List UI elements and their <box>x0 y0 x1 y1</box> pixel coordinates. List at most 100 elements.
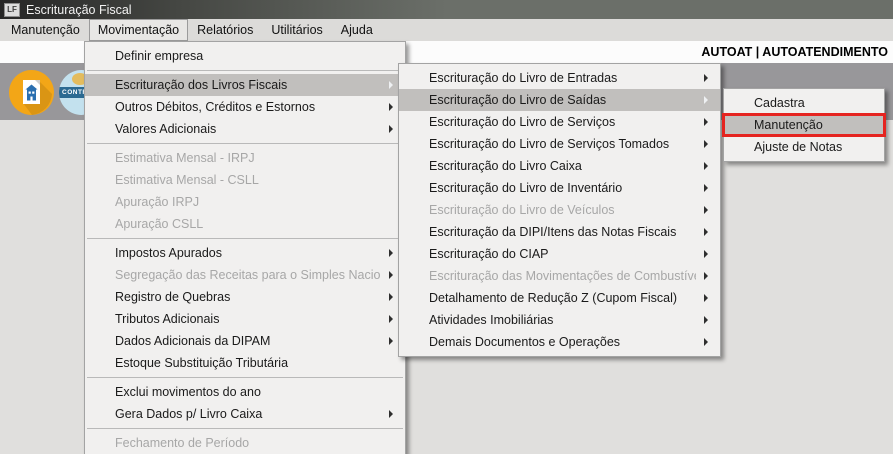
menu-item-escrituracao-do-livro-de-inventario[interactable]: Escrituração do Livro de Inventário <box>399 177 720 199</box>
menu-item-label: Fechamento de Período <box>115 436 393 450</box>
menu-item-label: Estoque Substituição Tributária <box>115 356 393 370</box>
menu-item-tributos-adicionais[interactable]: Tributos Adicionais <box>85 308 405 330</box>
app-icon: LF <box>4 3 20 17</box>
menu-item-label: Segregação das Receitas para o Simples N… <box>115 268 381 282</box>
menu-item-label: Utilitários <box>271 23 322 37</box>
menu-item-label: Escrituração da DIPI/Itens das Notas Fis… <box>429 225 696 239</box>
submenu-arrow-icon <box>389 337 393 345</box>
submenu-arrow-icon <box>389 315 393 323</box>
menu-item-escrituracao-do-ciap[interactable]: Escrituração do CIAP <box>399 243 720 265</box>
menu-item-valores-adicionais[interactable]: Valores Adicionais <box>85 118 405 140</box>
menu-item-label: Detalhamento de Redução Z (Cupom Fiscal) <box>429 291 696 305</box>
menu-item-ajuste-de-notas[interactable]: Ajuste de Notas <box>724 136 884 158</box>
submenu-arrow-icon <box>704 316 708 324</box>
menu-item-demais-documentos-e-operacoes[interactable]: Demais Documentos e Operações <box>399 331 720 353</box>
menu-item-manutencao[interactable]: Manutenção <box>724 114 884 136</box>
menu-item-label: Escrituração do Livro de Entradas <box>429 71 696 85</box>
submenu-arrow-icon <box>389 293 393 301</box>
fiscal-app-icon[interactable] <box>9 70 54 115</box>
menu-item-label: Ajuda <box>341 23 373 37</box>
menu-item-label: Apuração CSLL <box>115 217 393 231</box>
menu-item-label: Apuração IRPJ <box>115 195 393 209</box>
menu-item-escrituracao-do-livro-de-servicos[interactable]: Escrituração do Livro de Serviços <box>399 111 720 133</box>
dropdown-menu-movimentacao: Definir empresa Escrituração dos Livros F… <box>84 41 406 454</box>
submenu-arrow-icon <box>704 162 708 170</box>
menu-item-escrituracao-da-dipi-itens-das-notas-fiscais[interactable]: Escrituração da DIPI/Itens das Notas Fis… <box>399 221 720 243</box>
menu-item-label: Escrituração do Livro de Serviços Tomado… <box>429 137 696 151</box>
menubar-item-relatorios[interactable]: Relatórios <box>188 19 262 41</box>
menu-item-estoque-substituicao-tributaria[interactable]: Estoque Substituição Tributária <box>85 352 405 374</box>
menu-item-definir-empresa[interactable]: Definir empresa <box>85 45 405 67</box>
menu-item-label: Estimativa Mensal - CSLL <box>115 173 393 187</box>
menu-item-label: Escrituração do Livro de Inventário <box>429 181 696 195</box>
submenu-arrow-icon <box>704 96 708 104</box>
menubar-item-ajuda[interactable]: Ajuda <box>332 19 382 41</box>
menu-item-label: Escrituração do Livro Caixa <box>429 159 696 173</box>
menu-item-exclui-movimentos-do-ano[interactable]: Exclui movimentos do ano <box>85 381 405 403</box>
menu-item-label: Escrituração das Movimentações de Combus… <box>429 269 696 283</box>
menu-item-cadastra[interactable]: Cadastra <box>724 92 884 114</box>
menu-separator <box>87 238 403 239</box>
menu-item-escrituracao-dos-livros-fiscais[interactable]: Escrituração dos Livros Fiscais <box>85 74 405 96</box>
menu-item-escrituracao-do-livro-de-entradas[interactable]: Escrituração do Livro de Entradas <box>399 67 720 89</box>
menubar-item-utilitarios[interactable]: Utilitários <box>262 19 331 41</box>
menu-item-estimativa-mensal-irpj: Estimativa Mensal - IRPJ <box>85 147 405 169</box>
menu-item-registro-de-quebras[interactable]: Registro de Quebras <box>85 286 405 308</box>
menu-item-label: Escrituração do Livro de Veículos <box>429 203 696 217</box>
submenu-arrow-icon <box>704 206 708 214</box>
menu-item-apuracao-irpj: Apuração IRPJ <box>85 191 405 213</box>
submenu-arrow-icon <box>389 125 393 133</box>
submenu-arrow-icon <box>704 338 708 346</box>
menu-item-label: Gera Dados p/ Livro Caixa <box>115 407 381 421</box>
menu-item-atividades-imobiliarias[interactable]: Atividades Imobiliárias <box>399 309 720 331</box>
menu-item-label: Demais Documentos e Operações <box>429 335 696 349</box>
menu-item-outros-debitos-creditos-e-estornos[interactable]: Outros Débitos, Créditos e Estornos <box>85 96 405 118</box>
menu-item-label: Definir empresa <box>115 49 393 63</box>
submenu-arrow-icon <box>389 410 393 418</box>
menu-item-gera-dados-p-livro-caixa[interactable]: Gera Dados p/ Livro Caixa <box>85 403 405 425</box>
menu-item-label: Relatórios <box>197 23 253 37</box>
menu-item-label: Outros Débitos, Créditos e Estornos <box>115 100 381 114</box>
dropdown-menu-escrituracao-livros-fiscais: Escrituração do Livro de Entradas Escritu… <box>398 63 721 357</box>
submenu-arrow-icon <box>704 140 708 148</box>
menu-item-label: Atividades Imobiliárias <box>429 313 696 327</box>
menu-item-label: Impostos Apurados <box>115 246 381 260</box>
submenu-arrow-icon <box>704 184 708 192</box>
menu-item-label: Cadastra <box>754 96 872 110</box>
window-title: Escrituração Fiscal <box>26 3 132 17</box>
dropdown-menu-livro-de-saidas: Cadastra Manutenção Ajuste de Notas <box>723 88 885 162</box>
menu-item-label: Exclui movimentos do ano <box>115 385 393 399</box>
menu-item-label: Tributos Adicionais <box>115 312 381 326</box>
menu-bar: Manutenção Movimentação Relatórios Utilitár… <box>0 19 893 41</box>
menu-item-label: Escrituração do Livro de Serviços <box>429 115 696 129</box>
menu-item-label: Dados Adicionais da DIPAM <box>115 334 381 348</box>
submenu-arrow-icon <box>389 103 393 111</box>
menubar-item-movimentacao[interactable]: Movimentação <box>89 19 188 41</box>
menu-separator <box>87 70 403 71</box>
menu-item-dados-adicionais-da-dipam[interactable]: Dados Adicionais da DIPAM <box>85 330 405 352</box>
menu-item-label: Ajuste de Notas <box>754 140 872 154</box>
menu-item-label: Valores Adicionais <box>115 122 381 136</box>
menu-item-escrituracao-do-livro-de-saidas[interactable]: Escrituração do Livro de Saídas <box>399 89 720 111</box>
submenu-arrow-icon <box>389 81 393 89</box>
submenu-arrow-icon <box>704 294 708 302</box>
menu-item-label: Escrituração dos Livros Fiscais <box>115 78 381 92</box>
menu-item-segregacao-das-receitas-para-o-simples-nacional: Segregação das Receitas para o Simples N… <box>85 264 405 286</box>
autoatendimento-label: AUTOAT | AUTOATENDIMENTO <box>701 45 888 59</box>
menu-item-impostos-apurados[interactable]: Impostos Apurados <box>85 242 405 264</box>
menu-separator <box>87 377 403 378</box>
menu-item-label: Escrituração do CIAP <box>429 247 696 261</box>
menu-item-escrituracao-do-livro-caixa[interactable]: Escrituração do Livro Caixa <box>399 155 720 177</box>
menu-item-label: Registro de Quebras <box>115 290 381 304</box>
menu-item-escrituracao-das-movimentacoes-de-combustiveis: Escrituração das Movimentações de Combus… <box>399 265 720 287</box>
menubar-item-manutencao[interactable]: Manutenção <box>2 19 89 41</box>
submenu-arrow-icon <box>704 228 708 236</box>
submenu-arrow-icon <box>704 272 708 280</box>
menu-item-estimativa-mensal-csll: Estimativa Mensal - CSLL <box>85 169 405 191</box>
menu-item-label: Estimativa Mensal - IRPJ <box>115 151 393 165</box>
menu-item-detalhamento-de-reducao-z-cupom-fiscal[interactable]: Detalhamento de Redução Z (Cupom Fiscal) <box>399 287 720 309</box>
submenu-arrow-icon <box>389 271 393 279</box>
menu-item-label: Manutenção <box>11 23 80 37</box>
submenu-arrow-icon <box>704 250 708 258</box>
menu-item-escrituracao-do-livro-de-servicos-tomados[interactable]: Escrituração do Livro de Serviços Tomado… <box>399 133 720 155</box>
